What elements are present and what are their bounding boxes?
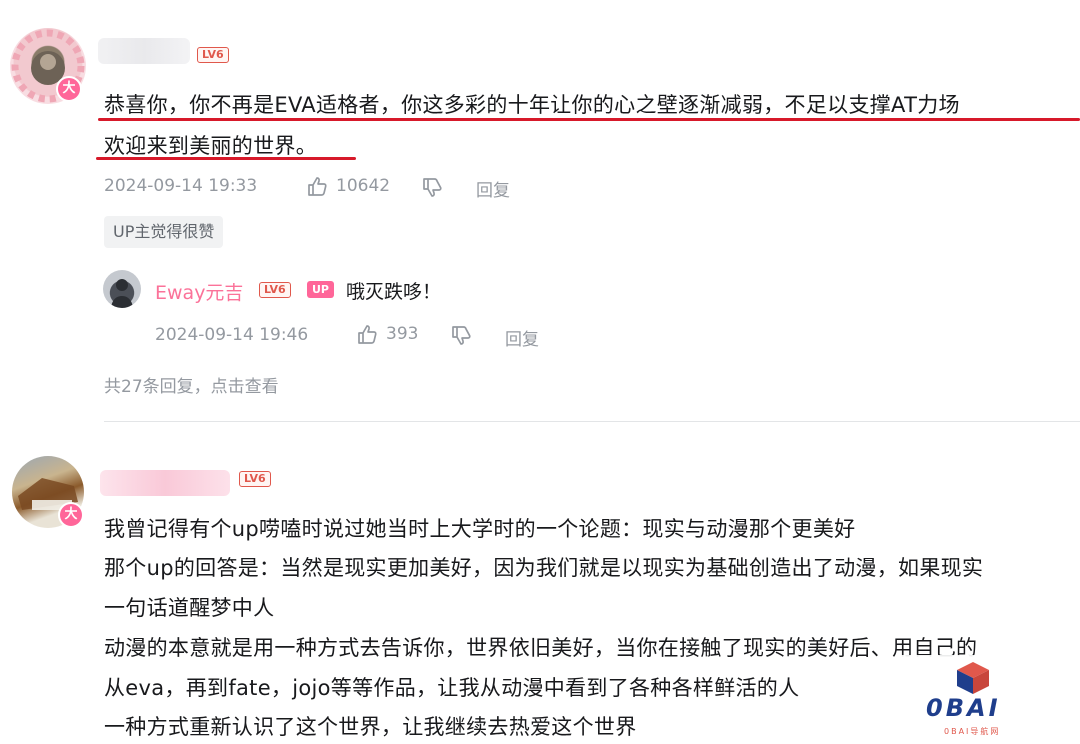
- comment1-text-line-1: 恭喜你，你不再是EVA适格者，你这多彩的十年让你的心之壁逐渐减弱，不足以支撑AT…: [104, 93, 960, 117]
- comment1-timestamp: 2024-09-14 19:33: [104, 176, 258, 196]
- vip-badge: 大: [56, 76, 82, 102]
- level-badge: LV6: [239, 471, 271, 487]
- blurred-username[interactable]: [100, 470, 230, 496]
- reply1-text: 哦灭跌哆！: [346, 281, 442, 303]
- comment1-text-line-2: 欢迎来到美丽的世界。: [104, 134, 317, 158]
- comment2-text-line-6: 一种方式重新认识了这个世界，让我继续去热爱这个世界: [104, 715, 637, 739]
- up-badge: UP: [307, 281, 334, 298]
- highlight-underline: [98, 118, 1080, 121]
- comment1-reply-button[interactable]: 回复: [476, 176, 510, 201]
- thumbs-down-icon[interactable]: [450, 325, 472, 347]
- comment1-like-count: 10642: [336, 176, 391, 196]
- comment2-text-line-5: 从eva，再到fate，jojo等等作品，让我从动漫中看到了各种各样鲜活的人: [104, 676, 800, 700]
- level-badge: LV6: [197, 47, 229, 63]
- watermark-logo-text: 0BAI: [926, 694, 1001, 722]
- thumbs-up-icon[interactable]: [356, 323, 378, 345]
- blurred-username[interactable]: [98, 38, 190, 64]
- reply1-timestamp: 2024-09-14 19:46: [155, 325, 309, 345]
- person-silhouette-icon: [111, 279, 133, 308]
- comment2-text-line-1: 我曾记得有个up唠嗑时说过她当时上大学时的一个论题：现实与动漫那个更美好: [104, 517, 856, 541]
- comment2-text-line-2: 那个up的回答是：当然是现实更加美好，因为我们就是以现实为基础创造出了动漫，如果…: [104, 556, 984, 580]
- reply1-username[interactable]: Eway元吉: [155, 278, 243, 305]
- thumbs-up-icon[interactable]: [306, 175, 328, 197]
- watermark-subtext: 0BAI导航网: [944, 727, 1001, 736]
- up-liked-chip: UP主觉得很赞: [104, 216, 224, 248]
- vip-badge: 大: [58, 502, 84, 528]
- reply1-avatar[interactable]: [103, 270, 141, 308]
- comment2-text-line-3: 一句话道醒梦中人: [104, 596, 275, 620]
- view-more-replies-link[interactable]: 共27条回复，点击查看: [104, 372, 279, 397]
- reply1-like-count: 393: [386, 324, 419, 344]
- highlight-underline: [96, 157, 356, 160]
- comment-divider: [104, 421, 1080, 422]
- thumbs-down-icon[interactable]: [421, 177, 443, 199]
- reply1-reply-button[interactable]: 回复: [505, 325, 539, 350]
- level-badge: LV6: [259, 282, 291, 298]
- comment2-text-line-4: 动漫的本意就是用一种方式去告诉你，世界依旧美好，当你在接触了现实的美好后、用自己…: [104, 636, 978, 660]
- cube-logo-icon: [957, 662, 989, 694]
